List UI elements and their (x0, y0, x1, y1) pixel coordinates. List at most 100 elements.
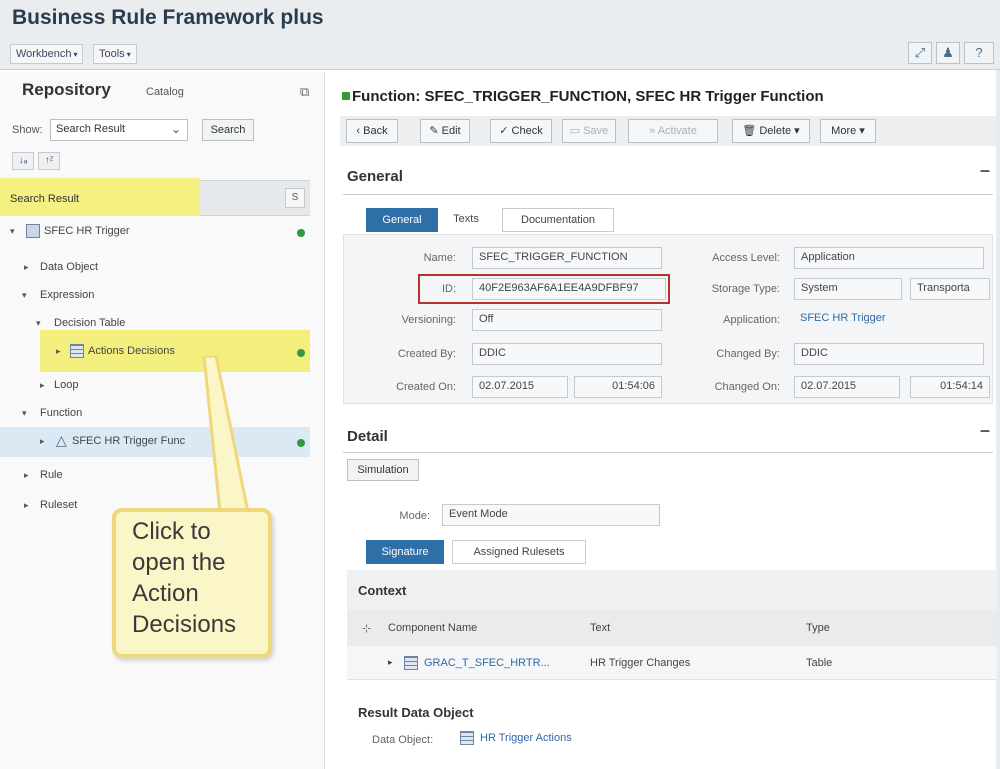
tree-item-label: Ruleset (40, 499, 78, 511)
delete-button[interactable]: 🗑 Delete ▾ (732, 119, 810, 143)
search-button[interactable]: Search (202, 119, 254, 141)
tab-documentation[interactable]: Documentation (502, 208, 614, 232)
changed-by-label: Changed By: (716, 348, 780, 360)
show-label: Show: (12, 124, 43, 136)
tree-item-rule[interactable]: ▸ Rule (0, 464, 310, 490)
component-text: HR Trigger Changes (590, 657, 691, 669)
tree-item-loop[interactable]: ▸ Loop (0, 374, 310, 400)
expanded-arrow-icon: ▾ (22, 290, 27, 300)
storage-type-extra-field[interactable]: Transporta (910, 278, 990, 300)
caret-down-icon: ▾ (73, 50, 78, 59)
sort-ascending-icon[interactable]: ↓ₐ (12, 152, 34, 170)
activate-button[interactable]: » Activate (628, 119, 718, 143)
tree-item-function[interactable]: ▾ Function (0, 402, 310, 428)
tab-texts[interactable]: Texts (442, 208, 490, 232)
show-select[interactable]: Search Result ⌄ (50, 119, 188, 141)
column-header-type[interactable]: Type (806, 622, 830, 634)
changed-on-label: Changed On: (714, 381, 780, 393)
more-button[interactable]: More ▾ (820, 119, 876, 143)
mode-field[interactable]: Event Mode (442, 504, 660, 526)
general-section-title: General (347, 168, 403, 185)
check-button[interactable]: ✓ Check (490, 119, 552, 143)
expanded-arrow-icon: ▾ (22, 408, 27, 418)
data-object-label: Data Object: (372, 734, 434, 746)
tree-item-label: Actions Decisions (88, 345, 175, 357)
created-by-field[interactable]: DDIC (472, 343, 662, 365)
status-active-icon (342, 92, 350, 100)
expanded-arrow-icon: ▾ (36, 318, 41, 328)
name-label: Name: (423, 252, 456, 264)
edit-button[interactable]: ✎ Edit (420, 119, 470, 143)
changed-by-field[interactable]: DDIC (794, 343, 984, 365)
catalog-tab[interactable]: Catalog (146, 86, 184, 98)
tree-item-label: SFEC HR Trigger (44, 225, 130, 237)
status-active-icon (297, 229, 305, 237)
access-level-field[interactable]: Application (794, 247, 984, 269)
versioning-label: Versioning: (401, 314, 456, 326)
collapse-pane-icon[interactable]: ⧉ (300, 84, 309, 100)
application-icon (26, 224, 40, 238)
repository-tab[interactable]: Repository (22, 80, 111, 100)
storage-type-field[interactable]: System (794, 278, 902, 300)
check-button-label: Check (511, 125, 543, 137)
activate-icon: » (649, 125, 658, 137)
tree-item-decision-table[interactable]: ▾ Decision Table (0, 312, 310, 338)
context-panel (347, 570, 997, 610)
storage-type-label: Storage Type: (711, 283, 780, 295)
decision-table-icon (70, 344, 84, 358)
simulation-button[interactable]: Simulation (347, 459, 419, 481)
save-icon: ▭ (569, 125, 584, 137)
save-button-label: Save (583, 125, 609, 137)
tree-item-sfec-hr-trigger-function[interactable]: ▸ △ SFEC HR Trigger Func (0, 430, 310, 456)
component-type: Table (806, 657, 833, 669)
data-object-link[interactable]: HR Trigger Actions (480, 732, 572, 744)
tab-signature[interactable]: Signature (366, 540, 444, 564)
help-icon[interactable]: ? (964, 42, 994, 64)
collapsed-arrow-icon: ▸ (24, 470, 29, 480)
personalize-icon[interactable]: ♟ (936, 42, 960, 64)
caret-down-icon: ▾ (126, 50, 131, 59)
collapsed-arrow-icon: ▸ (56, 346, 61, 356)
column-header-component-name[interactable]: Component Name (388, 622, 477, 634)
save-button[interactable]: ▭ Save (562, 119, 616, 143)
tab-assigned-rulesets[interactable]: Assigned Rulesets (452, 540, 586, 564)
application-link[interactable]: SFEC HR Trigger (794, 309, 984, 331)
created-on-label: Created On: (396, 381, 456, 393)
collapsed-arrow-icon: ▸ (24, 262, 29, 272)
tree-item-actions-decisions[interactable]: ▸ Actions Decisions (0, 340, 310, 366)
sort-descending-icon[interactable]: ↑ᶻ (38, 152, 60, 170)
tree-settings-button[interactable]: S (285, 188, 305, 208)
component-name-link[interactable]: GRAC_T_SFEC_HRTR... (424, 657, 550, 669)
context-title: Context (358, 583, 407, 598)
name-field[interactable]: SFEC_TRIGGER_FUNCTION (472, 247, 662, 269)
minimize-icon[interactable]: – (980, 160, 990, 181)
created-on-date[interactable]: 02.07.2015 (472, 376, 568, 398)
caret-down-icon: ▾ (856, 125, 865, 137)
collapsed-arrow-icon: ▸ (24, 500, 29, 510)
tree-item-label: Loop (54, 379, 79, 391)
tree-item-data-object[interactable]: ▸ Data Object (0, 256, 310, 282)
column-header-text[interactable]: Text (590, 622, 610, 634)
collapsed-arrow-icon[interactable]: ▸ (388, 657, 393, 668)
minimize-icon[interactable]: – (980, 420, 990, 441)
versioning-field[interactable]: Off (472, 309, 662, 331)
id-highlight-outline (418, 274, 670, 304)
detail-section-title: Detail (347, 428, 388, 445)
changed-on-time[interactable]: 01:54:14 (910, 376, 990, 398)
created-on-time[interactable]: 01:54:06 (574, 376, 662, 398)
pencil-icon: ✎ (429, 125, 442, 137)
column-settings-icon[interactable]: ⊹ (362, 622, 371, 635)
expanded-arrow-icon: ▾ (10, 226, 15, 236)
changed-on-date[interactable]: 02.07.2015 (794, 376, 900, 398)
created-by-label: Created By: (397, 348, 456, 360)
workbench-menu[interactable]: Workbench ▾ (10, 44, 84, 64)
back-button[interactable]: ‹ Back (346, 119, 398, 143)
general-tabs: General Texts Documentation (366, 208, 626, 232)
tools-menu[interactable]: Tools ▾ (93, 44, 137, 64)
tab-general[interactable]: General (366, 208, 438, 232)
function-icon: △ (56, 432, 67, 448)
tree-item-sfec-hr-trigger[interactable]: ▾ SFEC HR Trigger (0, 220, 310, 246)
status-active-icon (297, 349, 305, 357)
tree-item-expression[interactable]: ▾ Expression (0, 284, 310, 310)
fullscreen-icon[interactable]: ⤢ (908, 42, 932, 64)
